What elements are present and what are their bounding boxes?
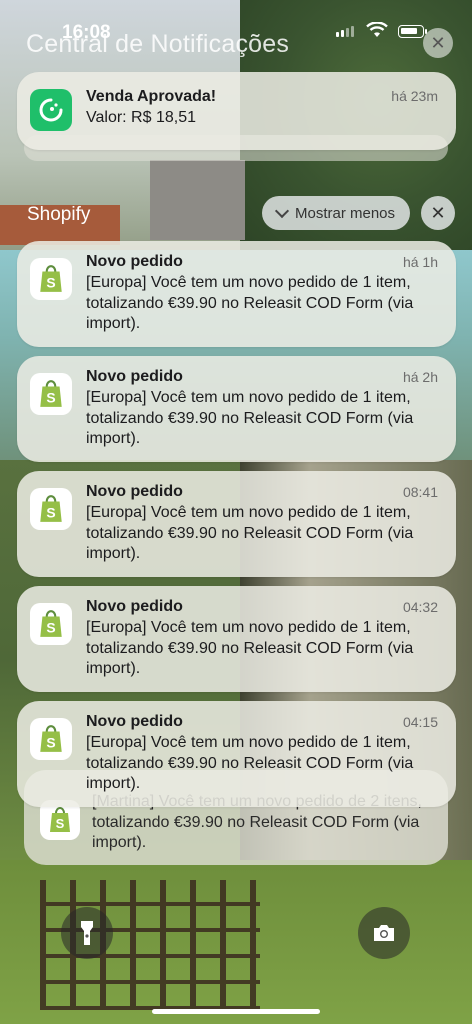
notification-title: Venda Aprovada! [86,88,217,105]
battery-icon [398,25,427,38]
notification-novo-pedido[interactable]: S Novo pedido há 1h [Europa] Você tem um no… [17,241,456,347]
group-close-button[interactable]: ✕ [421,196,455,230]
notification-venda-aprovada[interactable]: Venda Aprovada! há 23m Valor: R$ 18,51 [17,72,456,150]
svg-text:S: S [56,816,65,831]
notification-time: 04:15 [402,714,438,730]
notification-center-title: Central de Notificações [26,30,290,58]
shopify-icon: S [30,373,72,415]
notification-body: [Europa] Você tem um novo pedido de 1 it… [86,734,414,792]
svg-text:S: S [46,275,55,291]
show-less-button[interactable]: Mostrar menos [262,196,410,230]
notification-novo-pedido[interactable]: S Novo pedido 04:32 [Europa] Você tem um no… [17,586,456,692]
notification-body: [Europa] Você tem um novo pedido de 1 it… [86,619,414,677]
shopify-icon: S [30,488,72,530]
notification-body: [Europa] Você tem um novo pedido de 1 it… [86,274,414,332]
shopify-icon: S [30,603,72,645]
flashlight-button[interactable] [61,907,113,959]
close-icon: ✕ [430,202,446,223]
notification-title: Novo pedido [86,598,183,615]
cellular-signal-icon [336,26,354,37]
shopify-icon: S [30,258,72,300]
notification-title: Novo pedido [86,253,183,270]
notification-title: Novo pedido [86,368,183,385]
camera-button[interactable] [358,907,410,959]
notification-novo-pedido[interactable]: S Novo pedido há 2h [Europa] Você tem um no… [17,356,456,462]
notification-time: 04:32 [402,599,438,615]
notification-time: 08:41 [402,484,438,500]
svg-text:S: S [46,620,55,636]
notification-time: há 1h [402,254,438,270]
notification-title: Novo pedido [86,483,183,500]
notification-novo-pedido[interactable]: S Novo pedido 04:15 [Europa] Você tem um no… [17,701,456,807]
group-app-name: Shopify [27,204,91,225]
chevron-down-icon [274,203,290,219]
clear-all-close-icon[interactable]: ✕ [423,28,453,58]
notification-body: Valor: R$ 18,51 [86,109,196,126]
svg-text:S: S [46,505,55,521]
notification-body: [Europa] Você tem um novo pedido de 1 it… [86,389,414,447]
flashlight-icon [81,921,93,945]
sales-app-icon [30,89,72,131]
shopify-icon: S [30,718,72,760]
svg-text:S: S [46,390,55,406]
notification-body: [Europa] Você tem um novo pedido de 1 it… [86,504,414,562]
home-indicator[interactable] [152,1009,320,1014]
notification-time: há 2h [402,369,438,385]
show-less-label: Mostrar menos [294,204,396,222]
notification-time: há 23m [391,88,438,104]
svg-text:S: S [46,735,55,751]
camera-icon [374,925,394,941]
notification-novo-pedido[interactable]: S Novo pedido 08:41 [Europa] Você tem um no… [17,471,456,577]
wifi-icon [366,22,388,37]
notification-title: Novo pedido [86,713,183,730]
